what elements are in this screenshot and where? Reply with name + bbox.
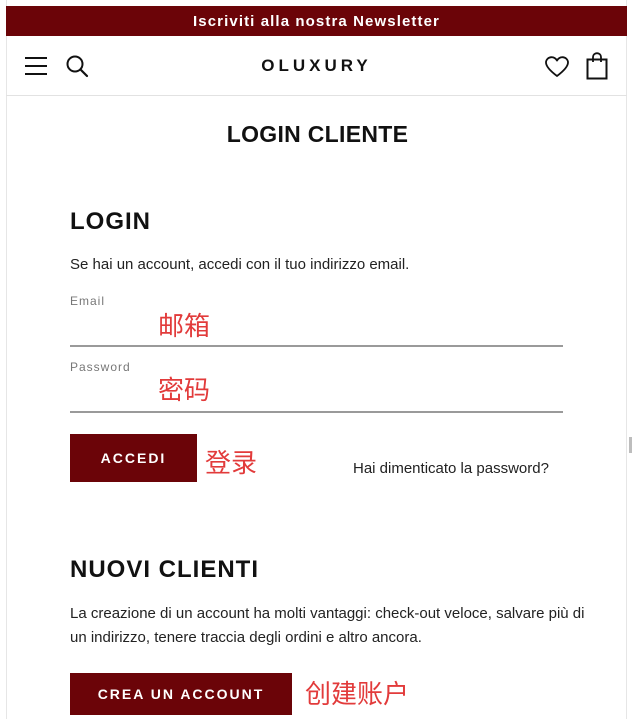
login-annotation: 登录 [205, 449, 258, 479]
newsletter-banner[interactable]: Iscriviti alla nostra Newsletter [6, 6, 627, 36]
page-title: LOGIN CLIENTE [226, 121, 409, 147]
login-button[interactable]: ACCEDI [70, 434, 197, 482]
email-field[interactable] [70, 317, 563, 347]
scrollbar-handle[interactable] [629, 437, 632, 453]
heart-icon[interactable] [544, 54, 570, 80]
shopping-bag-icon[interactable] [585, 51, 609, 81]
password-label: Password [70, 360, 131, 374]
email-annotation: 邮箱 [158, 312, 211, 342]
new-customers-intro-text: La creazione di un account ha molti vant… [70, 605, 585, 646]
create-account-annotation: 创建账户 [305, 680, 410, 710]
new-customers-title: NUOVI CLIENTI [70, 556, 260, 583]
password-annotation: 密码 [158, 376, 211, 406]
newsletter-banner-text: Iscriviti alla nostra Newsletter [193, 12, 440, 30]
login-intro-text: Se hai un account, accedi con il tuo ind… [70, 256, 410, 273]
create-account-button[interactable]: CREA UN ACCOUNT [70, 673, 292, 715]
login-section-title: LOGIN [70, 208, 151, 235]
password-field[interactable] [70, 383, 563, 413]
email-label: Email [70, 294, 106, 308]
forgot-password-link[interactable]: Hai dimenticato la password? [353, 460, 549, 477]
site-header: OLUXURY [6, 36, 627, 96]
site-logo[interactable]: OLUXURY [6, 56, 627, 76]
